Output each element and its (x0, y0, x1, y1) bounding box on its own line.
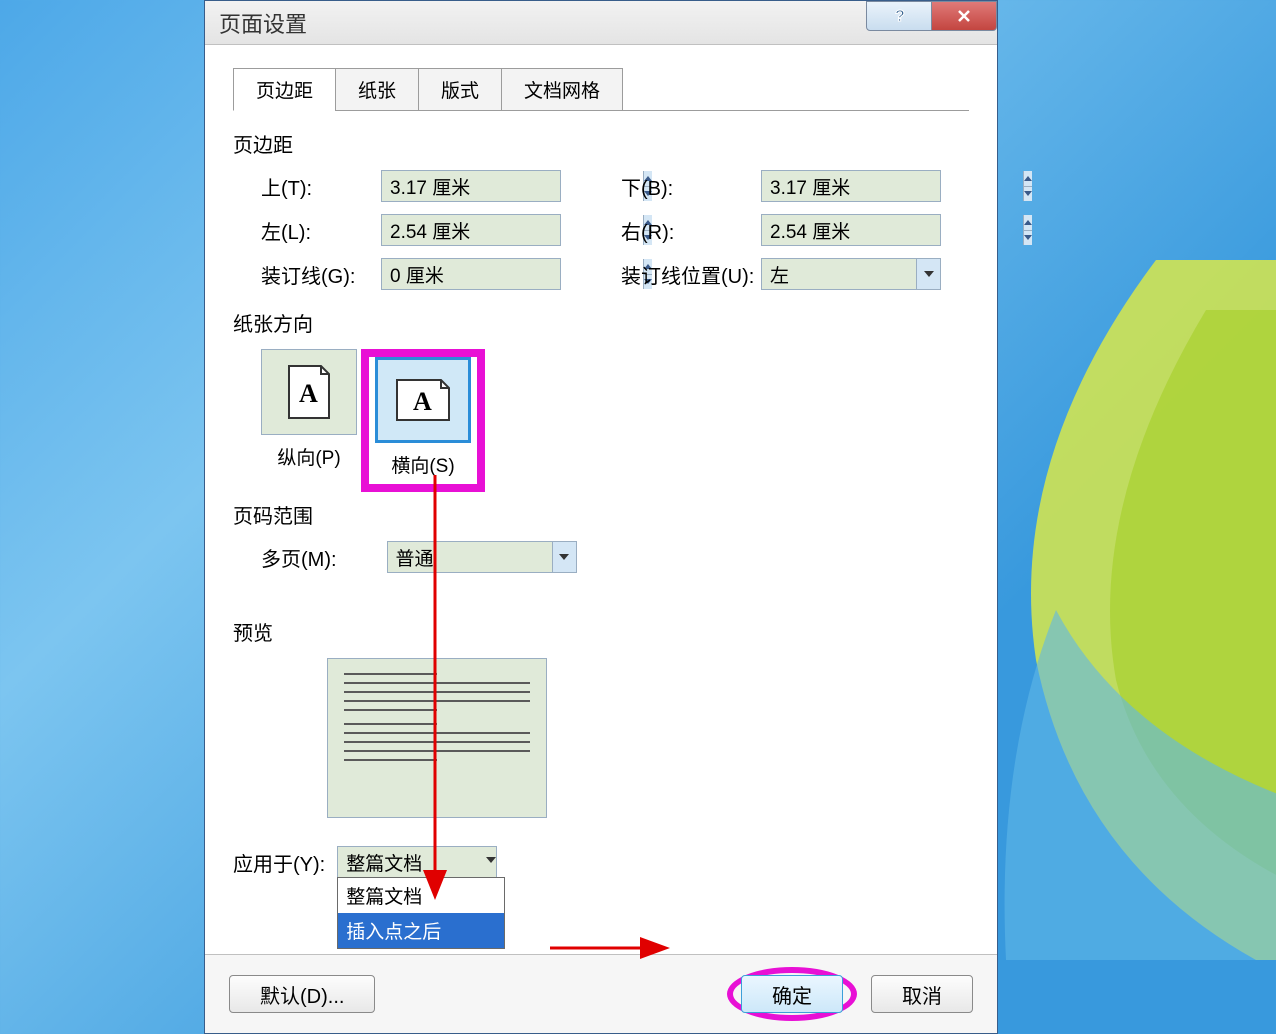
chevron-down-icon[interactable] (552, 542, 576, 572)
close-icon (956, 8, 972, 24)
apply-option-after-cursor[interactable]: 插入点之后 (338, 913, 504, 948)
apply-to-dropdown: 整篇文档 插入点之后 (337, 877, 505, 949)
multi-pages-combo[interactable]: 普通 (387, 541, 577, 573)
tabs: 页边距 纸张 版式 文档网格 (233, 67, 969, 111)
bottom-margin-input[interactable] (761, 170, 941, 202)
dialog-title: 页面设置 (219, 7, 307, 39)
left-margin-input[interactable] (381, 214, 561, 246)
preview-section-label: 预览 (233, 617, 969, 646)
chevron-down-icon[interactable] (916, 259, 940, 289)
button-bar: 默认(D)... 确定 取消 (205, 954, 997, 1033)
gutter-input[interactable] (381, 258, 561, 290)
landscape-label: 横向(S) (375, 451, 471, 478)
multi-pages-label: 多页(M): (261, 543, 337, 572)
apply-option-whole-doc[interactable]: 整篇文档 (338, 878, 504, 913)
ok-button[interactable]: 确定 (741, 975, 843, 1013)
default-button[interactable]: 默认(D)... (229, 975, 375, 1013)
portrait-icon: A (287, 364, 331, 420)
win7-background-leaf (956, 260, 1276, 960)
top-margin-label: 上(T): (261, 172, 381, 201)
left-margin-label: 左(L): (261, 216, 381, 245)
portrait-button[interactable]: A (261, 349, 357, 435)
tab-paper[interactable]: 纸张 (335, 68, 419, 111)
apply-to-combo[interactable]: 整篇文档 整篇文档 插入点之后 (337, 846, 497, 878)
annotation-ok-highlight: 确定 (727, 967, 857, 1021)
tab-margins[interactable]: 页边距 (233, 68, 336, 111)
preview-box (327, 658, 547, 818)
help-button[interactable]: ? (866, 1, 932, 31)
help-icon: ? (892, 7, 906, 25)
page-setup-dialog: 页面设置 ? 页边距 纸张 版式 文档网格 页边距 上(T): 下 (204, 0, 998, 1034)
gutter-label: 装订线(G): (261, 260, 381, 289)
tab-grid[interactable]: 文档网格 (501, 68, 623, 111)
landscape-icon: A (395, 378, 451, 422)
gutter-pos-combo[interactable]: 左 (761, 258, 941, 290)
gutter-pos-label: 装订线位置(U): (621, 260, 761, 289)
tab-layout[interactable]: 版式 (418, 68, 502, 111)
svg-text:?: ? (895, 8, 905, 25)
close-button[interactable] (931, 1, 997, 31)
orientation-section-label: 纸张方向 (233, 308, 969, 337)
svg-text:A: A (413, 387, 432, 416)
titlebar: 页面设置 ? (205, 1, 997, 45)
cancel-button[interactable]: 取消 (871, 975, 973, 1013)
margins-section-label: 页边距 (233, 129, 969, 158)
apply-to-label: 应用于(Y): (233, 848, 325, 877)
svg-text:A: A (299, 379, 318, 408)
bottom-margin-label: 下(B): (621, 172, 761, 201)
top-margin-input[interactable] (381, 170, 561, 202)
right-margin-label: 右(R): (621, 216, 761, 245)
chevron-down-icon[interactable] (486, 847, 496, 877)
pages-section-label: 页码范围 (233, 500, 969, 529)
landscape-button[interactable]: A (375, 357, 471, 443)
right-margin-input[interactable] (761, 214, 941, 246)
portrait-label: 纵向(P) (261, 443, 357, 470)
